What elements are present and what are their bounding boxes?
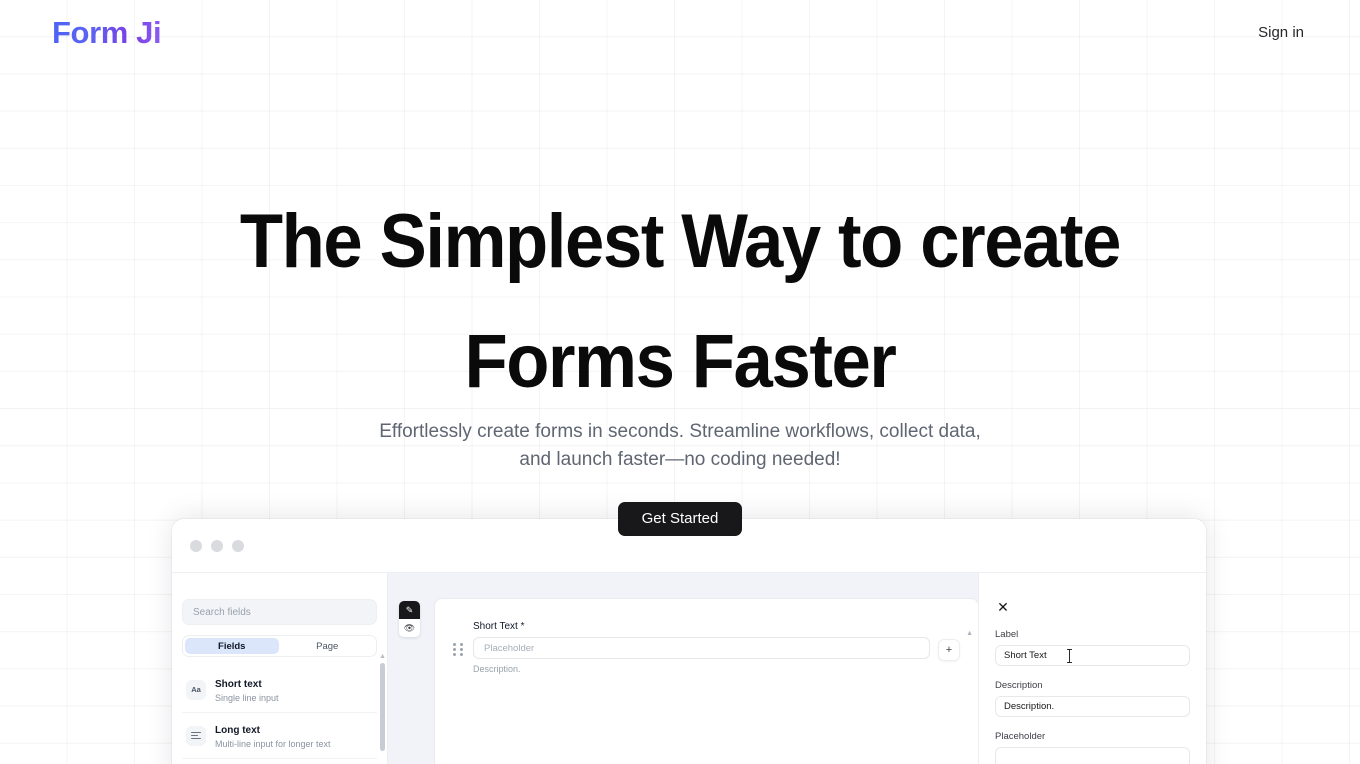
form-field-label: Short Text * [473, 621, 930, 632]
app-preview-window: Search fields Fields Page Aa Short text … [172, 519, 1206, 764]
setting-placeholder-group: Placeholder [995, 731, 1190, 764]
hero-section: The Simplest Way to create Forms Faster … [0, 186, 1360, 536]
page-title: The Simplest Way to create Forms Faster [48, 186, 1313, 404]
get-started-button[interactable]: Get Started [617, 502, 743, 536]
sign-in-link[interactable]: Sign in [1254, 19, 1308, 46]
brand-logo[interactable]: Form Ji [52, 17, 162, 48]
window-maximize-dot[interactable] [232, 539, 244, 552]
placeholder-field-label: Placeholder [995, 731, 1046, 742]
drag-handle-icon[interactable] [453, 643, 465, 656]
window-body: Search fields Fields Page Aa Short text … [172, 573, 1206, 764]
form-field-label-text: Short Text [473, 621, 518, 632]
hero-title-line-2: Forms Faster [464, 319, 896, 404]
close-icon[interactable]: ✕ [995, 599, 1011, 615]
form-canvas: ✎ 👁 ▲ Short Text * Placeholder Descripti… [388, 573, 978, 764]
list-item[interactable]: Aa Short text Single line input [182, 667, 377, 713]
label-field-label: Label [995, 629, 1019, 640]
site-header: Form Ji Sign in [0, 0, 1360, 64]
tab-page[interactable]: Page [281, 638, 375, 654]
form-field-row: Short Text * Placeholder Description. + [453, 621, 960, 674]
field-type-list: Aa Short text Single line input Long tex… [182, 667, 377, 764]
window-close-dot[interactable] [190, 539, 202, 552]
hero-subtitle: Effortlessly create forms in seconds. St… [0, 418, 1360, 474]
sidebar-tabs: Fields Page [182, 635, 377, 657]
field-type-desc: Multi-line input for longer text [215, 739, 331, 749]
label-field-value: Short Text [1004, 650, 1047, 661]
required-marker: * [520, 621, 525, 632]
tab-fields[interactable]: Fields [185, 638, 279, 654]
hero-subtitle-line-2: and launch faster—no coding needed! [519, 449, 841, 470]
field-type-name: Long text [215, 725, 260, 736]
window-minimize-dot[interactable] [211, 539, 223, 552]
label-field-input[interactable]: Short Text [995, 645, 1190, 666]
description-field-input[interactable]: Description. [995, 696, 1190, 717]
add-field-button[interactable]: + [938, 639, 960, 661]
list-item-partial[interactable] [182, 759, 377, 764]
sidebar-scrollbar[interactable] [380, 663, 385, 751]
cta-wrapper: Get Started [0, 502, 1360, 536]
hero-subtitle-line-1: Effortlessly create forms in seconds. St… [379, 421, 981, 442]
long-text-icon [186, 725, 206, 746]
fields-sidebar: Search fields Fields Page Aa Short text … [172, 573, 388, 764]
description-field-label: Description [995, 680, 1043, 691]
eye-icon[interactable]: 👁 [399, 619, 420, 637]
setting-label-group: Label Short Text [995, 629, 1190, 666]
canvas-mode-toggle: ✎ 👁 [399, 601, 420, 637]
canvas-scroll-up-icon[interactable]: ▲ [966, 630, 973, 637]
placeholder-field-input[interactable] [995, 747, 1190, 764]
form-card: ▲ Short Text * Placeholder Description. [435, 599, 978, 764]
list-item-text: Long text Multi-line input for longer te… [215, 720, 331, 751]
field-type-desc: Single line input [215, 693, 279, 703]
setting-description-group: Description Description. [995, 680, 1190, 717]
edit-mode-icon[interactable]: ✎ [399, 601, 420, 619]
field-type-name: Short text [215, 679, 262, 690]
form-field-input[interactable]: Placeholder [473, 637, 930, 659]
list-item-text: Short text Single line input [215, 674, 279, 705]
hero-title-line-1: The Simplest Way to create [239, 199, 1122, 284]
short-text-icon: Aa [186, 679, 206, 700]
scroll-up-arrow-icon[interactable]: ▲ [379, 653, 386, 660]
form-field-description: Description. [473, 664, 521, 674]
text-cursor-icon [1067, 649, 1072, 663]
form-field-body: Short Text * Placeholder Description. [473, 621, 930, 674]
list-item[interactable]: Long text Multi-line input for longer te… [182, 713, 377, 759]
field-settings-panel: ✕ Label Short Text Description Descripti… [978, 573, 1206, 764]
search-fields-input[interactable]: Search fields [182, 599, 377, 625]
